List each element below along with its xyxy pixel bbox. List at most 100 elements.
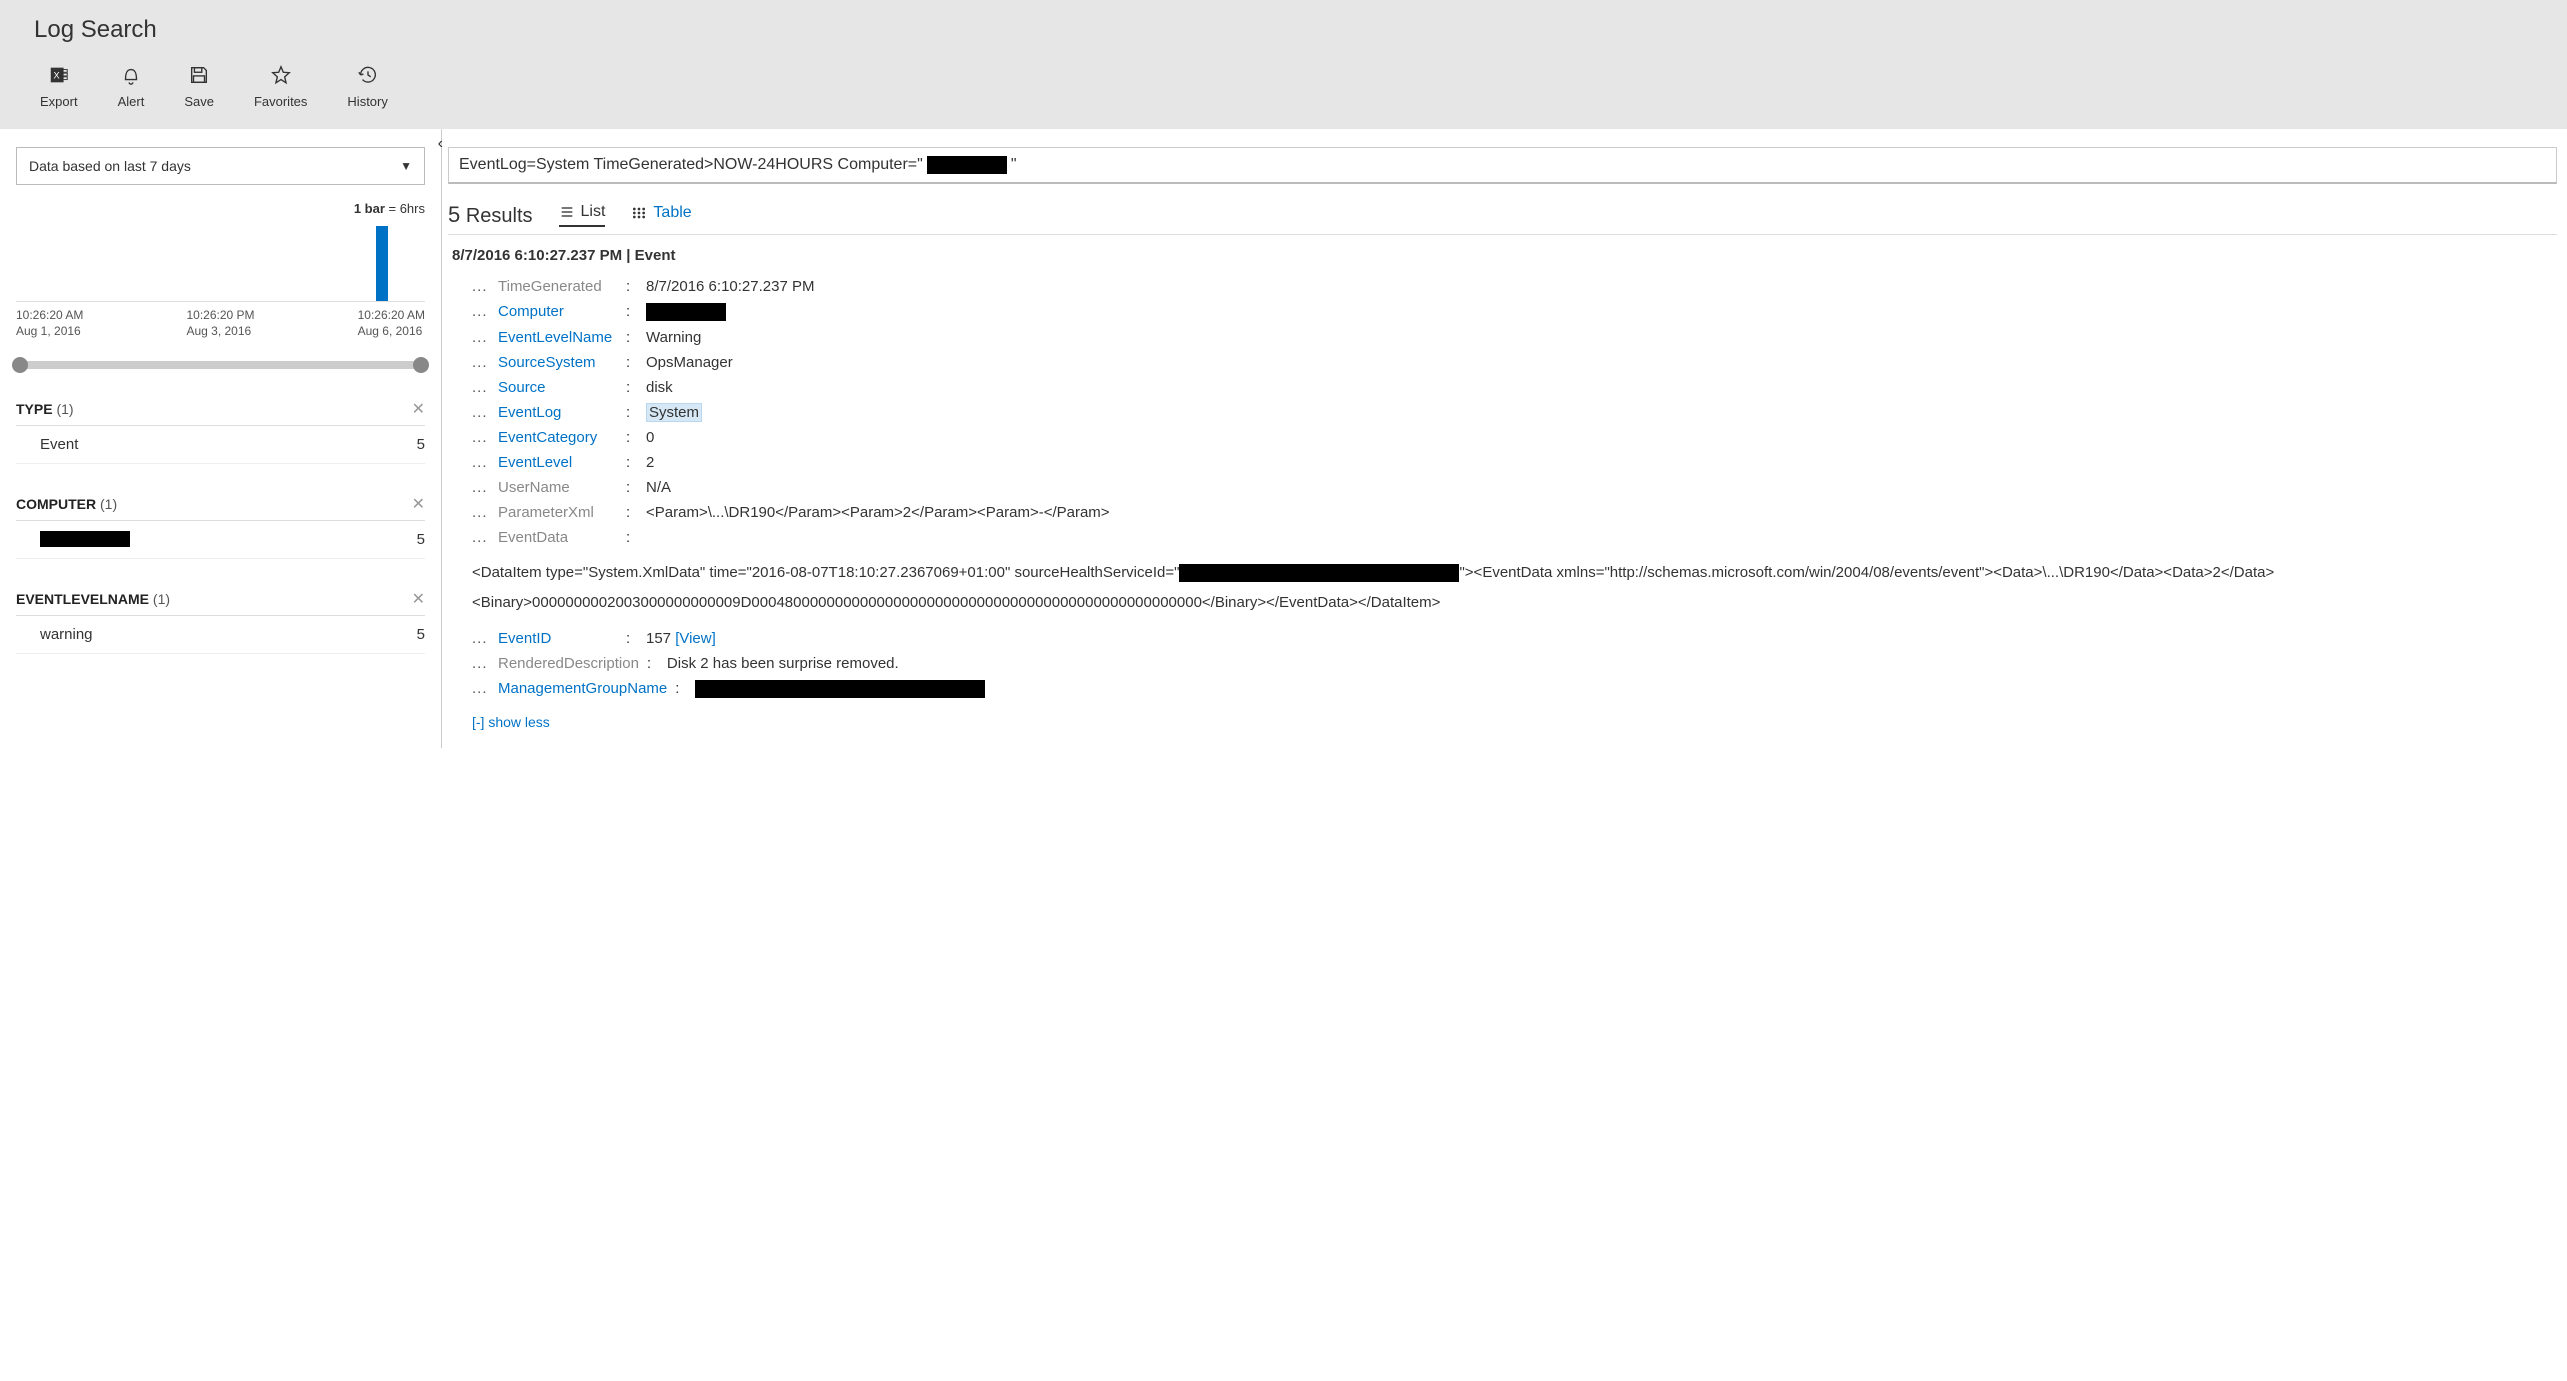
- collapse-sidebar-icon[interactable]: ‹: [438, 135, 443, 153]
- facet-computer: COMPUTER (1) ✕ 5: [16, 494, 425, 559]
- ellipsis-icon[interactable]: ...: [452, 504, 498, 521]
- ellipsis-icon[interactable]: ...: [452, 529, 498, 546]
- field-key[interactable]: Computer: [498, 303, 626, 320]
- history-icon: [357, 64, 379, 86]
- facet-row[interactable]: warning 5: [16, 616, 425, 654]
- ellipsis-icon[interactable]: ...: [452, 680, 498, 697]
- sidebar: ‹ Data based on last 7 days ▼ 1 bar = 6h…: [0, 129, 442, 748]
- ellipsis-icon[interactable]: ...: [452, 429, 498, 446]
- page-title: Log Search: [20, 10, 2547, 44]
- facet-row[interactable]: Event 5: [16, 426, 425, 464]
- ellipsis-icon[interactable]: ...: [452, 354, 498, 371]
- results-bar: 5 Results List Table: [448, 202, 2557, 232]
- colon: :: [626, 630, 646, 647]
- field-value: disk: [646, 379, 2557, 396]
- colon: :: [626, 379, 646, 396]
- field-value: N/A: [646, 479, 2557, 496]
- facet-eventlevelname: EVENTLEVELNAME (1) ✕ warning 5: [16, 589, 425, 654]
- field-row: ...SourceSystem:OpsManager: [452, 350, 2557, 375]
- field-value: OpsManager: [646, 354, 2557, 371]
- close-icon[interactable]: ✕: [412, 399, 425, 419]
- colon: :: [675, 680, 695, 697]
- field-value: 2: [646, 454, 2557, 471]
- ellipsis-icon[interactable]: ...: [452, 303, 498, 320]
- alert-button[interactable]: Alert: [118, 64, 145, 109]
- field-row: ...Computer:: [452, 299, 2557, 325]
- facet-row-value: 5: [417, 531, 425, 548]
- field-key[interactable]: Source: [498, 379, 626, 396]
- ellipsis-icon[interactable]: ...: [452, 655, 498, 672]
- ellipsis-icon[interactable]: ...: [452, 379, 498, 396]
- list-icon: [559, 204, 575, 220]
- colon: :: [626, 303, 646, 320]
- time-slider[interactable]: [16, 361, 425, 369]
- export-label: Export: [40, 94, 78, 109]
- field-key[interactable]: EventLevel: [498, 454, 626, 471]
- field-row: ...UserName:N/A: [452, 475, 2557, 500]
- history-button[interactable]: History: [347, 64, 387, 109]
- save-icon: [188, 64, 210, 86]
- time-range-select[interactable]: Data based on last 7 days ▼: [16, 147, 425, 185]
- show-less-link[interactable]: [-] show less: [472, 714, 550, 730]
- ellipsis-icon[interactable]: ...: [452, 479, 498, 496]
- field-row: ...EventData:: [452, 525, 2557, 550]
- chevron-down-icon: ▼: [400, 159, 412, 173]
- chart-axis: 10:26:20 AMAug 1, 2016 10:26:20 PMAug 3,…: [16, 308, 425, 339]
- field-key: EventData: [498, 529, 626, 546]
- field-value: [646, 303, 2557, 321]
- colon: :: [626, 278, 646, 295]
- field-key[interactable]: SourceSystem: [498, 354, 626, 371]
- event-header: 8/7/2016 6:10:27.237 PM | Event: [452, 247, 2557, 264]
- redacted-query: [927, 156, 1007, 174]
- ellipsis-icon[interactable]: ...: [452, 404, 498, 421]
- slider-handle-left[interactable]: [12, 357, 28, 373]
- timeline-chart[interactable]: [16, 222, 425, 302]
- bell-icon: [120, 64, 142, 86]
- field-key[interactable]: ManagementGroupName: [498, 680, 675, 697]
- field-value: 0: [646, 429, 2557, 446]
- colon: :: [626, 504, 646, 521]
- facet-type: TYPE (1) ✕ Event 5: [16, 399, 425, 464]
- favorites-button[interactable]: Favorites: [254, 64, 307, 109]
- excel-icon: X: [48, 64, 70, 86]
- view-link[interactable]: [View]: [675, 630, 716, 647]
- query-input[interactable]: EventLog=System TimeGenerated>NOW-24HOUR…: [448, 147, 2557, 184]
- svg-text:X: X: [53, 71, 59, 81]
- field-value: <Param>\...\DR190</Param><Param>2</Param…: [646, 504, 2557, 521]
- colon: :: [626, 479, 646, 496]
- colon: :: [626, 529, 646, 546]
- facet-title: COMPUTER (1): [16, 496, 117, 512]
- facet-title: EVENTLEVELNAME (1): [16, 591, 170, 607]
- facet-row-value: 5: [417, 626, 425, 643]
- field-key[interactable]: EventLevelName: [498, 329, 626, 346]
- field-value: 157 [View]: [646, 630, 2557, 647]
- colon: :: [626, 429, 646, 446]
- field-key[interactable]: EventCategory: [498, 429, 626, 446]
- ellipsis-icon[interactable]: ...: [452, 329, 498, 346]
- main-panel: EventLog=System TimeGenerated>NOW-24HOUR…: [442, 129, 2567, 748]
- export-button[interactable]: X Export: [40, 64, 78, 109]
- chart-bar: [376, 226, 388, 301]
- close-icon[interactable]: ✕: [412, 494, 425, 514]
- field-key[interactable]: EventLog: [498, 404, 626, 421]
- field-value: 8/7/2016 6:10:27.237 PM: [646, 278, 2557, 295]
- ellipsis-icon[interactable]: ...: [452, 454, 498, 471]
- star-icon: [270, 64, 292, 86]
- field-row: ...EventLevel:2: [452, 450, 2557, 475]
- ellipsis-icon[interactable]: ...: [452, 278, 498, 295]
- save-button[interactable]: Save: [184, 64, 214, 109]
- ellipsis-icon[interactable]: ...: [452, 630, 498, 647]
- facet-row[interactable]: 5: [16, 521, 425, 559]
- slider-handle-right[interactable]: [413, 357, 429, 373]
- field-key: ParameterXml: [498, 504, 626, 521]
- view-table-button[interactable]: Table: [631, 204, 691, 226]
- result-count: 5 Results: [448, 202, 533, 228]
- field-key[interactable]: EventID: [498, 630, 626, 647]
- field-row: ...Source:disk: [452, 375, 2557, 400]
- close-icon[interactable]: ✕: [412, 589, 425, 609]
- facet-row-value: 5: [417, 436, 425, 453]
- field-value: [695, 680, 2557, 698]
- field-row: ...EventCategory:0: [452, 425, 2557, 450]
- view-list-button[interactable]: List: [559, 203, 606, 227]
- query-text-prefix: EventLog=System TimeGenerated>NOW-24HOUR…: [459, 156, 923, 174]
